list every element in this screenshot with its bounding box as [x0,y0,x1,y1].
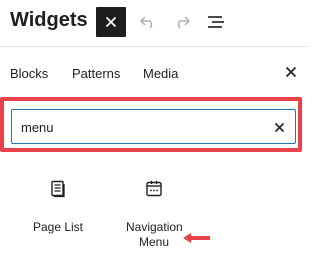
close-icon [274,122,284,132]
block-label: Navigation Menu [126,220,183,249]
redo-button[interactable] [171,11,193,33]
tab-patterns[interactable]: Patterns [72,66,120,81]
toggle-inserter-button[interactable] [96,7,126,37]
clear-search-button[interactable] [271,119,287,135]
page-title: Widgets [10,9,88,31]
search-input[interactable] [21,118,261,136]
undo-icon [139,16,153,29]
search-field [11,109,296,144]
block-page-list[interactable]: Page List [13,180,103,235]
list-view-icon [208,16,224,28]
close-icon [285,66,297,78]
page-list-icon [51,180,65,198]
block-label: Page List [32,220,84,234]
arrow-annotation [183,233,210,243]
inserter-header: Widgets [0,0,307,46]
redo-icon [177,16,191,29]
close-inserter-button[interactable] [282,63,300,81]
header-divider [0,46,307,47]
close-icon [105,16,117,28]
tab-blocks[interactable]: Blocks [10,66,48,81]
tab-media[interactable]: Media [143,66,178,81]
undo-button[interactable] [137,11,159,33]
inserter-tabs: Blocks Patterns Media [0,54,307,92]
navigation-icon [146,180,162,197]
list-view-button[interactable] [205,11,227,33]
